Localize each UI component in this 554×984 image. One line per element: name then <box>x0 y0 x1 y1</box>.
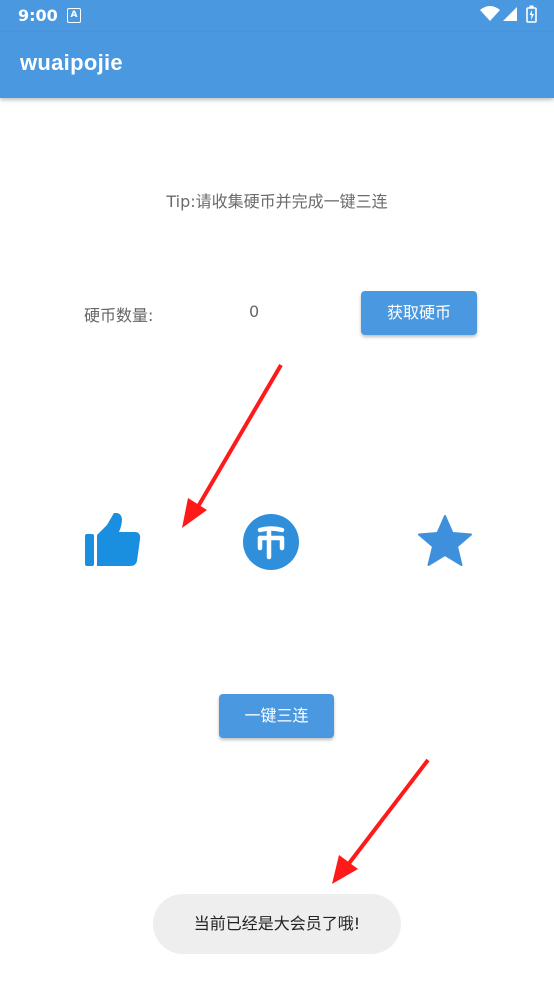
toast-message: 当前已经是大会员了哦! <box>153 894 401 954</box>
annotation-arrows <box>182 363 430 884</box>
arrow-to-like-icon <box>182 363 283 528</box>
arrow-to-toast-icon <box>332 758 430 884</box>
